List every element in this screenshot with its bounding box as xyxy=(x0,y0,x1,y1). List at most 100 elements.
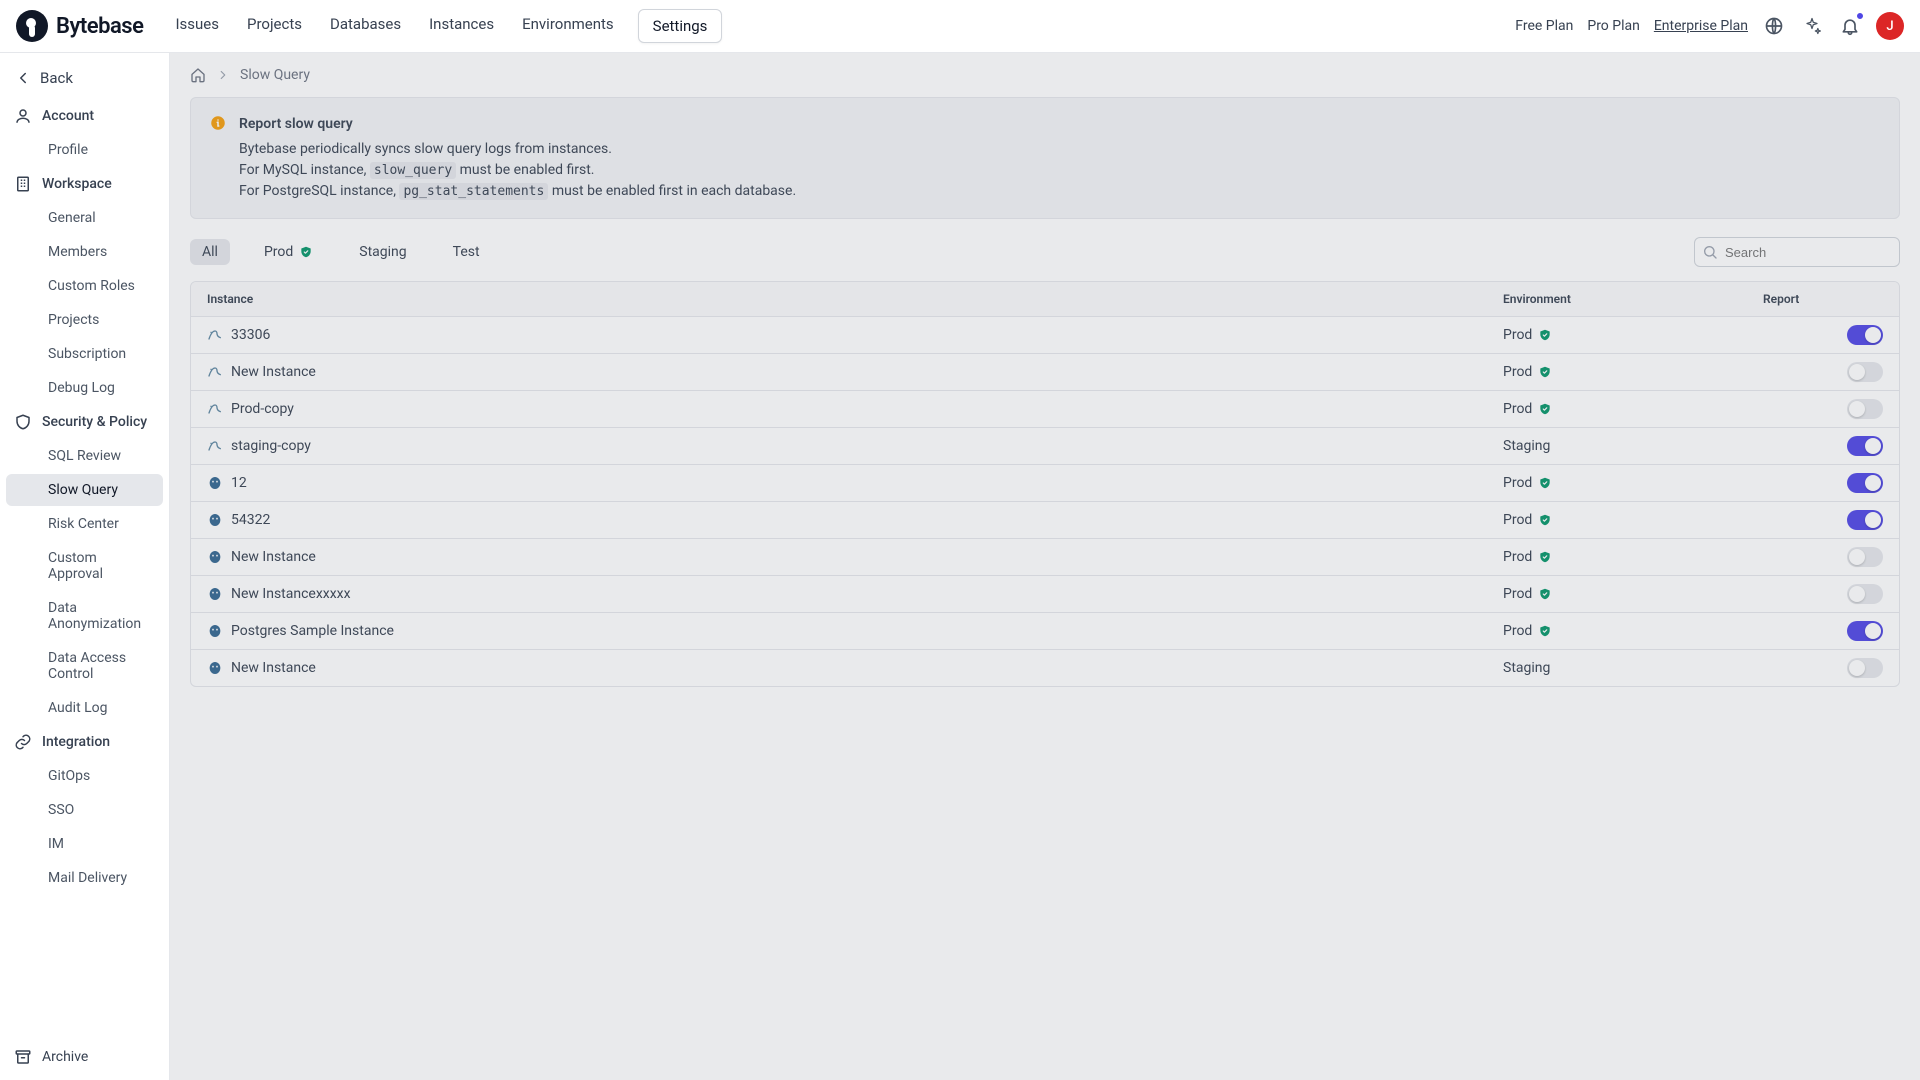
table-row: New InstanceProd xyxy=(191,539,1899,576)
environment-name: Prod xyxy=(1503,401,1532,417)
sidebar-item-data-anonymization[interactable]: Data Anonymization xyxy=(6,592,163,640)
instance-cell[interactable]: Postgres Sample Instance xyxy=(207,623,1503,639)
search-icon xyxy=(1702,244,1718,260)
report-toggle[interactable] xyxy=(1847,658,1883,678)
archive-icon xyxy=(14,1048,32,1066)
report-toggle[interactable] xyxy=(1847,436,1883,456)
home-icon[interactable] xyxy=(190,67,206,83)
env-tabs: All Prod Staging Test xyxy=(190,239,492,265)
plan-enterprise[interactable]: Enterprise Plan xyxy=(1654,18,1748,34)
report-toggle[interactable] xyxy=(1847,325,1883,345)
instance-cell[interactable]: New Instance xyxy=(207,549,1503,565)
sidebar-item-subscription[interactable]: Subscription xyxy=(6,338,163,370)
sidebar-item-im[interactable]: IM xyxy=(6,828,163,860)
search-input[interactable] xyxy=(1694,237,1900,267)
sidebar-item-risk-center[interactable]: Risk Center xyxy=(6,508,163,540)
tab-staging[interactable]: Staging xyxy=(347,239,418,265)
nav-environments[interactable]: Environments xyxy=(518,9,618,43)
instance-name: staging-copy xyxy=(231,438,311,454)
sidebar-item-sql-review[interactable]: SQL Review xyxy=(6,440,163,472)
notifications-icon[interactable] xyxy=(1838,14,1862,38)
environment-name: Prod xyxy=(1503,327,1532,343)
postgres-icon xyxy=(207,475,223,491)
table-row: New Instancexxxxx Prod xyxy=(191,576,1899,613)
nav-settings[interactable]: Settings xyxy=(638,9,723,43)
shield-check-icon xyxy=(1538,476,1552,490)
instance-cell[interactable]: New Instance xyxy=(207,364,1503,380)
sidebar-item-audit-log[interactable]: Audit Log xyxy=(6,692,163,724)
report-cell xyxy=(1763,436,1883,456)
sidebar-item-custom-approval[interactable]: Custom Approval xyxy=(6,542,163,590)
report-toggle[interactable] xyxy=(1847,473,1883,493)
tab-test[interactable]: Test xyxy=(441,239,492,265)
back-label: Back xyxy=(40,69,73,87)
report-toggle[interactable] xyxy=(1847,510,1883,530)
th-report: Report xyxy=(1763,292,1883,306)
report-toggle[interactable] xyxy=(1847,621,1883,641)
environment-cell: Prod xyxy=(1503,364,1763,380)
sidebar-item-debug-log[interactable]: Debug Log xyxy=(6,372,163,404)
instance-cell[interactable]: 33306 xyxy=(207,327,1503,343)
sidebar-section-security-policy: Security & Policy xyxy=(0,405,169,439)
sidebar-item-members[interactable]: Members xyxy=(6,236,163,268)
instance-name: New Instance xyxy=(231,660,316,676)
report-cell xyxy=(1763,325,1883,345)
report-cell xyxy=(1763,510,1883,530)
search-wrap xyxy=(1694,237,1900,267)
instance-cell[interactable]: New Instance xyxy=(207,660,1503,676)
instance-cell[interactable]: 12 xyxy=(207,475,1503,491)
report-toggle[interactable] xyxy=(1847,399,1883,419)
environment-name: Prod xyxy=(1503,586,1532,602)
environment-name: Staging xyxy=(1503,438,1550,454)
tab-prod[interactable]: Prod xyxy=(252,239,325,265)
back-link[interactable]: Back xyxy=(0,61,169,99)
mysql-icon xyxy=(207,364,223,380)
shield-check-icon xyxy=(1538,402,1552,416)
mysql-icon xyxy=(207,401,223,417)
postgres-icon xyxy=(207,586,223,602)
sidebar-item-mail-delivery[interactable]: Mail Delivery xyxy=(6,862,163,894)
breadcrumb-current: Slow Query xyxy=(240,67,310,83)
report-toggle[interactable] xyxy=(1847,547,1883,567)
instance-cell[interactable]: staging-copy xyxy=(207,438,1503,454)
table-row: Postgres Sample InstanceProd xyxy=(191,613,1899,650)
sidebar-archive[interactable]: Archive xyxy=(0,1038,169,1080)
nav-instances[interactable]: Instances xyxy=(425,9,498,43)
sidebar-item-custom-roles[interactable]: Custom Roles xyxy=(6,270,163,302)
report-cell xyxy=(1763,621,1883,641)
avatar[interactable]: J xyxy=(1876,12,1904,40)
report-toggle[interactable] xyxy=(1847,584,1883,604)
environment-name: Prod xyxy=(1503,364,1532,380)
sidebar-item-data-access-control[interactable]: Data Access Control xyxy=(6,642,163,690)
sidebar-item-gitops[interactable]: GitOps xyxy=(6,760,163,792)
instance-name: 12 xyxy=(231,475,247,491)
nav-issues[interactable]: Issues xyxy=(171,9,223,43)
instance-name: 54322 xyxy=(231,512,270,528)
sidebar-item-sso[interactable]: SSO xyxy=(6,794,163,826)
plan-free[interactable]: Free Plan xyxy=(1515,18,1573,34)
plan-pro[interactable]: Pro Plan xyxy=(1587,18,1639,34)
th-instance: Instance xyxy=(207,292,1503,306)
brand-logo[interactable]: Bytebase xyxy=(16,10,143,42)
chevron-left-icon xyxy=(14,69,32,87)
sidebar-item-slow-query[interactable]: Slow Query xyxy=(6,474,163,506)
report-toggle[interactable] xyxy=(1847,362,1883,382)
instance-cell[interactable]: New Instancexxxxx xyxy=(207,586,1503,602)
sidebar-item-general[interactable]: General xyxy=(6,202,163,234)
whats-new-icon[interactable] xyxy=(1800,14,1824,38)
mysql-icon xyxy=(207,327,223,343)
info-title: Report slow query xyxy=(239,114,796,135)
report-cell xyxy=(1763,547,1883,567)
sidebar-section-integration: Integration xyxy=(0,725,169,759)
instance-cell[interactable]: Prod-copy xyxy=(207,401,1503,417)
sidebar-item-profile[interactable]: Profile xyxy=(6,134,163,166)
sidebar-item-projects[interactable]: Projects xyxy=(6,304,163,336)
nav-projects[interactable]: Projects xyxy=(243,9,306,43)
instance-name: New Instancexxxxx xyxy=(231,586,351,602)
environment-name: Prod xyxy=(1503,512,1532,528)
postgres-icon xyxy=(207,549,223,565)
language-icon[interactable] xyxy=(1762,14,1786,38)
tab-all[interactable]: All xyxy=(190,239,230,265)
nav-databases[interactable]: Databases xyxy=(326,9,405,43)
instance-cell[interactable]: 54322 xyxy=(207,512,1503,528)
